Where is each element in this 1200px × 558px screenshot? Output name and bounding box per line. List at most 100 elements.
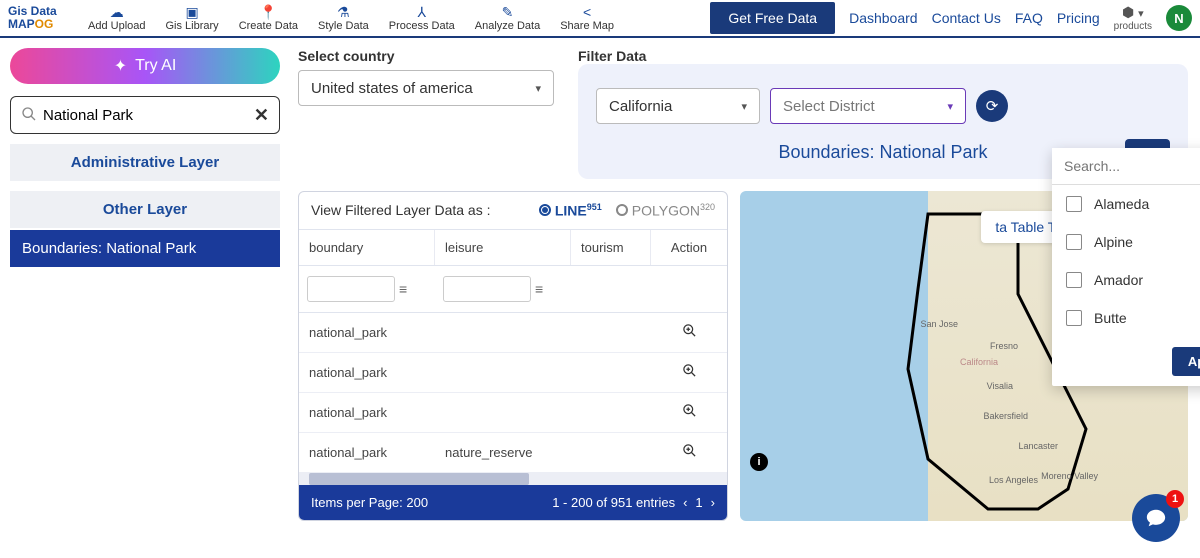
state-value: California xyxy=(609,98,672,115)
view-as-label: View Filtered Layer Data as : xyxy=(311,202,491,218)
district-option[interactable]: Butte xyxy=(1052,299,1200,337)
radio-icon xyxy=(539,204,551,216)
district-option[interactable]: Alameda xyxy=(1052,185,1200,223)
sidebar-search-input[interactable] xyxy=(43,107,254,124)
district-option-label: Alameda xyxy=(1094,196,1149,212)
state-select[interactable]: California ▾ xyxy=(596,88,760,124)
cell-tourism xyxy=(571,444,651,460)
radio-icon xyxy=(616,204,628,216)
chat-button[interactable]: 1 xyxy=(1132,494,1180,542)
cell-leisure xyxy=(435,404,571,420)
district-option-label: Amador xyxy=(1094,272,1143,288)
radio-polygon[interactable]: POLYGON320 xyxy=(616,202,715,219)
content: Select country United states of america … xyxy=(290,38,1200,558)
filter-boundary-input[interactable] xyxy=(307,276,395,302)
table-header: boundary leisure tourism Action xyxy=(299,229,727,266)
country-select[interactable]: United states of america ▾ xyxy=(298,70,554,106)
info-icon[interactable]: i xyxy=(750,453,768,471)
nav-item-gis-library[interactable]: ▣Gis Library xyxy=(156,4,229,32)
country-value: United states of america xyxy=(311,80,473,97)
sparkle-icon: ✦ xyxy=(114,56,127,76)
nav-link-dashboard[interactable]: Dashboard xyxy=(849,10,918,26)
nav-item-share-map[interactable]: <Share Map xyxy=(550,4,624,32)
district-option[interactable]: Alpine xyxy=(1052,223,1200,261)
cube-icon: ⬢ ▾ xyxy=(1122,4,1144,21)
district-dropdown: Alameda Alpine Amador Butte Apply xyxy=(1052,148,1200,386)
products-menu[interactable]: ⬢ ▾ products xyxy=(1114,4,1152,32)
district-option-label: Butte xyxy=(1094,310,1127,326)
horizontal-scrollbar[interactable] xyxy=(299,473,727,485)
cell-tourism xyxy=(571,404,651,420)
map-label: California xyxy=(960,357,998,367)
nav-link-pricing[interactable]: Pricing xyxy=(1057,10,1100,26)
cell-boundary: national_park xyxy=(299,397,435,428)
admin-layer-header[interactable]: Administrative Layer xyxy=(10,144,280,181)
nav-item-add-upload[interactable]: ☁Add Upload xyxy=(78,4,156,32)
district-option-label: Alpine xyxy=(1094,234,1133,250)
search-icon xyxy=(21,106,37,125)
pin-icon: 📍 xyxy=(260,4,277,20)
filter-icon[interactable]: ≡ xyxy=(535,281,543,297)
filter-icon[interactable]: ≡ xyxy=(399,281,407,297)
nav-item-style-data[interactable]: ⚗Style Data xyxy=(308,4,379,32)
nav-item-label: Analyze Data xyxy=(475,20,540,32)
data-panel: View Filtered Layer Data as : LINE951 PO… xyxy=(298,191,728,521)
refresh-button[interactable]: ⟳ xyxy=(976,90,1008,122)
selected-layer[interactable]: Boundaries: National Park xyxy=(10,230,280,267)
country-label: Select country xyxy=(298,48,554,64)
pager-page: 1 xyxy=(695,495,702,510)
cell-boundary: national_park xyxy=(299,357,435,388)
zoom-icon[interactable] xyxy=(682,405,697,422)
col-action: Action xyxy=(651,230,727,265)
apply-button[interactable]: Apply xyxy=(1172,347,1200,376)
zoom-icon[interactable] xyxy=(682,445,697,462)
analyze-icon: ✎ xyxy=(502,4,514,20)
logo[interactable]: Gis Data MAPOG xyxy=(8,5,74,31)
library-icon: ▣ xyxy=(185,4,198,20)
boundaries-title: Boundaries: National Park xyxy=(778,142,987,163)
chevron-down-icon: ▾ xyxy=(535,82,541,95)
col-leisure[interactable]: leisure xyxy=(435,230,571,265)
table-row: national_park xyxy=(299,313,727,353)
try-ai-button[interactable]: ✦ Try AI xyxy=(10,48,280,84)
refresh-icon: ⟳ xyxy=(986,97,999,115)
zoom-icon[interactable] xyxy=(682,325,697,342)
pager-prev[interactable]: ‹ xyxy=(683,495,687,510)
nav-link-contact[interactable]: Contact Us xyxy=(932,10,1001,26)
filter-leisure-input[interactable] xyxy=(443,276,531,302)
pager: Items per Page: 200 1 - 200 of 951 entri… xyxy=(299,485,727,520)
pager-next[interactable]: › xyxy=(711,495,715,510)
radio-line[interactable]: LINE951 xyxy=(539,202,602,219)
table-filter-row: ≡ ≡ xyxy=(299,266,727,313)
district-search-input[interactable] xyxy=(1052,148,1200,185)
try-ai-label: Try AI xyxy=(135,57,176,75)
microscope-icon: ⚗ xyxy=(337,4,350,20)
nav-item-create-data[interactable]: 📍Create Data xyxy=(229,4,308,32)
nav-item-process-data[interactable]: ⅄Process Data xyxy=(379,4,465,32)
items-per-page[interactable]: Items per Page: 200 xyxy=(311,495,428,510)
nav-item-label: Style Data xyxy=(318,20,369,32)
avatar[interactable]: N xyxy=(1166,5,1192,31)
map-label: Fresno xyxy=(990,341,1018,351)
district-option[interactable]: Amador xyxy=(1052,261,1200,299)
clear-icon[interactable]: ✕ xyxy=(254,105,269,126)
cell-tourism xyxy=(571,324,651,340)
pager-range: 1 - 200 of 951 entries xyxy=(552,495,675,510)
col-tourism[interactable]: tourism xyxy=(571,230,651,265)
nav-link-faq[interactable]: FAQ xyxy=(1015,10,1043,26)
other-layer-header[interactable]: Other Layer xyxy=(10,191,280,228)
sidebar: ✦ Try AI ✕ Administrative Layer Other La… xyxy=(0,38,290,558)
get-free-data-button[interactable]: Get Free Data xyxy=(710,2,835,34)
map-label: Moreno Valley xyxy=(1041,471,1098,481)
map-label: Lancaster xyxy=(1018,441,1058,451)
map-label: Visalia xyxy=(987,381,1013,391)
zoom-icon[interactable] xyxy=(682,365,697,382)
share-icon: < xyxy=(583,4,591,20)
cell-leisure xyxy=(435,324,571,340)
col-boundary[interactable]: boundary xyxy=(299,230,435,265)
district-select[interactable]: Select District ▾ xyxy=(770,88,966,124)
nav-item-label: Share Map xyxy=(560,20,614,32)
nav-item-analyze-data[interactable]: ✎Analyze Data xyxy=(465,4,550,32)
checkbox-icon xyxy=(1066,272,1082,288)
sidebar-search[interactable]: ✕ xyxy=(10,96,280,134)
